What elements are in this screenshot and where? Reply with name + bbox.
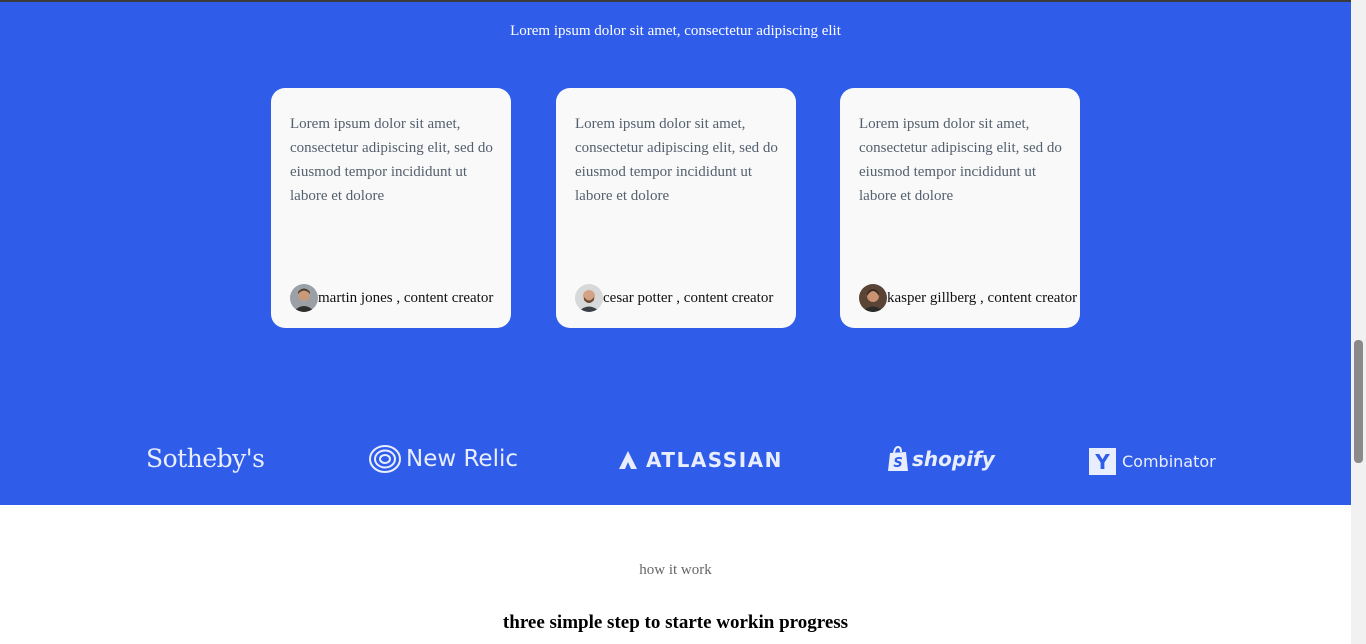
ycombinator-wordmark: Combinator: [1122, 452, 1216, 471]
newrelic-wordmark: New Relic: [406, 446, 519, 472]
testimonial-author: martin jones , content creator: [290, 284, 493, 312]
author-name: kasper gillberg , content creator: [887, 289, 1078, 306]
testimonial-text: Lorem ipsum dolor sit amet, consectetur …: [575, 116, 778, 204]
how-it-works-eyebrow: how it work: [639, 562, 712, 578]
newrelic-rings-icon: [369, 445, 401, 473]
ycombinator-logo: Y Combinator: [1089, 448, 1216, 475]
testimonial-card: Lorem ipsum dolor sit amet, consectetur …: [840, 88, 1080, 328]
testimonial-author: kasper gillberg , content creator: [859, 284, 1077, 312]
testimonials-section: Lorem ipsum dolor sit amet, consectetur …: [0, 2, 1351, 505]
svg-text:S: S: [893, 456, 902, 471]
testimonial-author: cesar potter , content creator: [575, 284, 773, 312]
ycombinator-mark: Y: [1089, 448, 1116, 475]
avatar: [859, 284, 887, 312]
testimonial-card: Lorem ipsum dolor sit amet, consectetur …: [556, 88, 796, 328]
avatar: [575, 284, 603, 312]
atlassian-wordmark: ATLASSIAN: [646, 448, 783, 472]
testimonial-text: Lorem ipsum dolor sit amet, consectetur …: [290, 116, 493, 204]
atlassian-mark-icon: [619, 451, 637, 469]
how-it-works-headline: three simple step to starte workin progr…: [502, 612, 849, 633]
author-name: cesar potter , content creator: [603, 289, 774, 306]
newrelic-logo: New Relic: [368, 444, 518, 474]
partner-logos: Sotheby's New Relic ATLASSIAN S shopify: [0, 438, 1351, 482]
scrollbar-thumb[interactable]: [1354, 340, 1363, 463]
shopify-logo: S shopify: [887, 446, 995, 472]
sothebys-wordmark: Sotheby's: [146, 444, 265, 473]
scrollbar-track[interactable]: [1351, 0, 1366, 644]
section-subtitle: Lorem ipsum dolor sit amet, consectetur …: [510, 23, 841, 39]
avatar: [290, 284, 318, 312]
shopify-bag-icon: S: [888, 446, 908, 471]
shopify-wordmark: shopify: [912, 447, 995, 471]
testimonial-text: Lorem ipsum dolor sit amet, consectetur …: [859, 116, 1062, 204]
sothebys-logo: Sotheby's: [146, 444, 265, 473]
testimonial-card: Lorem ipsum dolor sit amet, consectetur …: [271, 88, 511, 328]
atlassian-logo: ATLASSIAN: [618, 448, 783, 472]
author-name: martin jones , content creator: [318, 289, 494, 306]
